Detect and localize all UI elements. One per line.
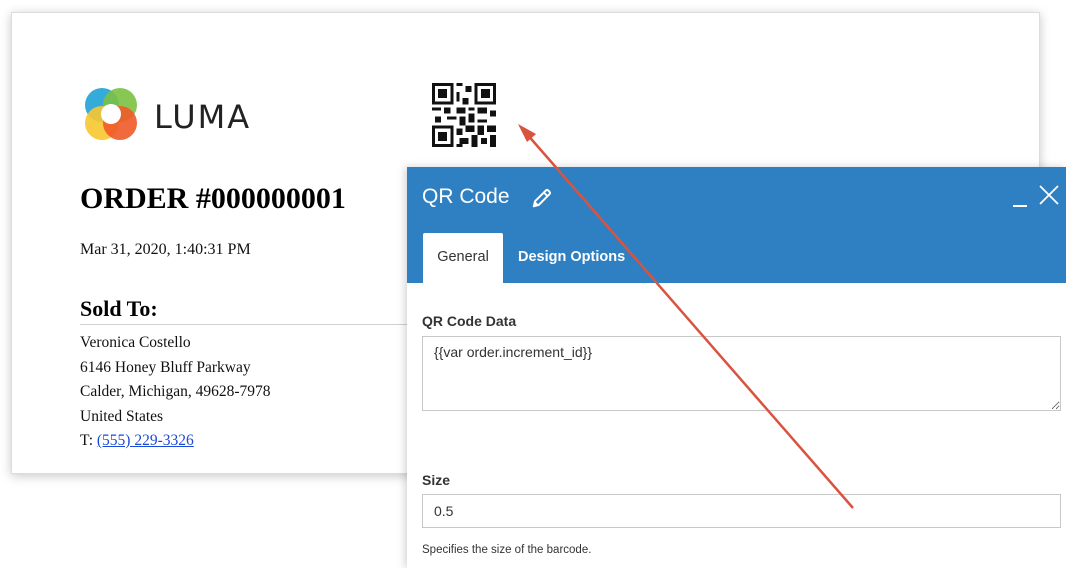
qr-code-modal: QR Code General Design Options QR Code D… [407, 167, 1066, 568]
pencil-icon[interactable] [531, 187, 553, 209]
order-title: ORDER #000000001 [80, 182, 346, 215]
modal-header: QR Code General Design Options [407, 167, 1066, 283]
close-icon[interactable] [1037, 183, 1061, 207]
order-date: Mar 31, 2020, 1:40:31 PM [80, 241, 251, 258]
size-help-text: Specifies the size of the barcode. [422, 544, 592, 556]
logo-text: LUMA [154, 98, 252, 136]
customer-address: Veronica Costello 6146 Honey Bluff Parkw… [80, 331, 271, 454]
size-input[interactable] [422, 494, 1061, 528]
customer-city: Calder, Michigan, 49628-7978 [80, 383, 271, 400]
qr-code-data-label: QR Code Data [422, 313, 517, 329]
tab-general[interactable]: General [423, 233, 503, 283]
customer-street: 6146 Honey Bluff Parkway [80, 358, 251, 376]
customer-country: United States [80, 407, 164, 425]
phone-link[interactable]: (555) 229-3326 [97, 432, 194, 449]
qr-code-icon [432, 83, 496, 147]
size-label: Size [422, 472, 451, 488]
luma-logo-icon [85, 88, 137, 140]
customer-name: Veronica Costello [80, 334, 191, 351]
modal-title: QR Code [422, 185, 510, 208]
customer-phone-line: T: (555) 229-3326 [80, 429, 271, 454]
minimize-icon[interactable] [1011, 185, 1029, 209]
tab-design-options[interactable]: Design Options [518, 233, 625, 283]
phone-prefix: T: [80, 432, 97, 449]
qr-code-data-textarea[interactable]: {{var order.increment_id}} [422, 336, 1061, 411]
